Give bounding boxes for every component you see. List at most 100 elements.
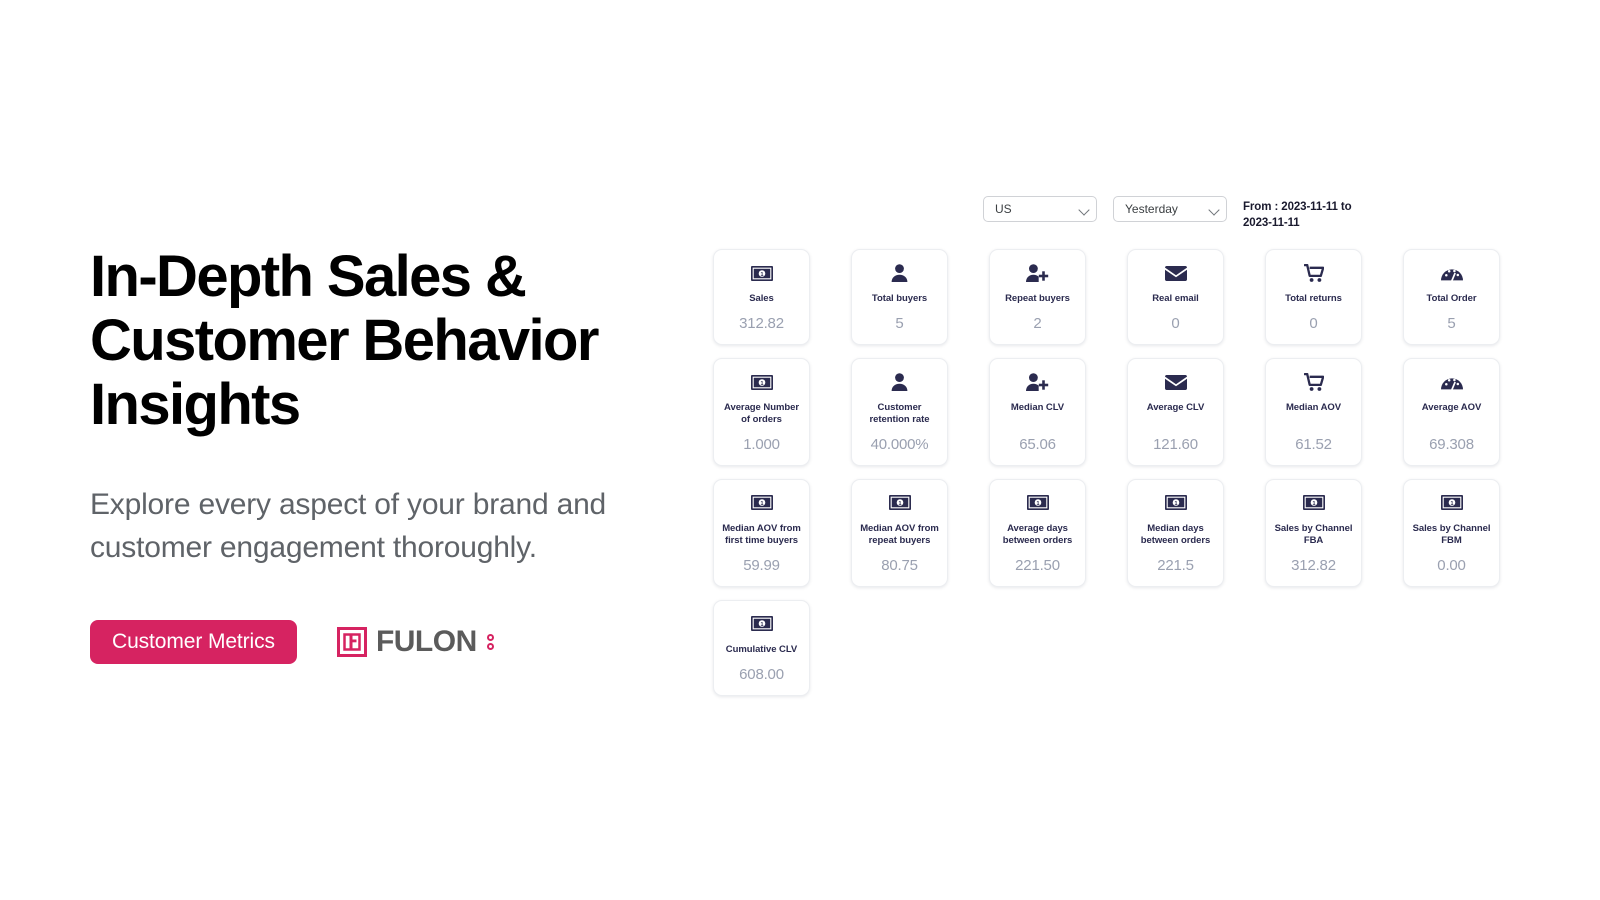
user-icon [891, 373, 908, 391]
page-title: In-Depth Sales & Customer Behavior Insig… [90, 244, 599, 437]
metric-value: 312.82 [1291, 556, 1336, 574]
metric-label: Median AOV from repeat buyers [860, 522, 939, 546]
metric-card[interactable]: 1 Sales by Channel FBM 0.00 [1403, 478, 1500, 587]
metric-card[interactable]: Customer retention rate 40.000% [851, 358, 948, 466]
page-subtitle: Explore every aspect of your brand and c… [90, 488, 607, 564]
svg-text:1: 1 [1174, 502, 1177, 508]
metric-label: Average CLV [1146, 402, 1205, 413]
metric-card[interactable]: Real email 0 [1127, 249, 1224, 345]
metric-value: 221.5 [1157, 556, 1194, 574]
customer-metrics-button[interactable]: Customer Metrics [90, 619, 297, 664]
metric-value: 312.82 [739, 315, 784, 332]
metric-label: Total returns [1285, 293, 1342, 304]
dashboard-page: In-Depth Sales & Customer Behavior Insig… [0, 0, 1600, 900]
metric-card[interactable]: 1 Average days between orders 221.50 [989, 478, 1086, 587]
user-plus-icon [1026, 373, 1049, 391]
fulon-wordmark: FULON [375, 624, 477, 658]
metric-value: 61.52 [1295, 435, 1332, 453]
metric-card[interactable]: Average CLV 121.60 [1127, 358, 1224, 466]
fulon-logo: FULON [336, 624, 494, 658]
banknote-icon: 1 [1164, 494, 1187, 512]
hero-section: In-Depth Sales & Customer Behavior Insig… [90, 245, 710, 664]
metric-label: Median AOV from first time buyers [722, 522, 801, 546]
metric-label: Repeat buyers [1005, 293, 1070, 304]
svg-text:1: 1 [898, 502, 901, 508]
gauge-icon [1440, 373, 1463, 391]
svg-text:1: 1 [1312, 502, 1315, 508]
metric-value: 221.50 [1015, 556, 1060, 574]
banknote-icon: 1 [1440, 494, 1463, 512]
metric-card[interactable]: 1 Average Number of orders 1.000 [713, 358, 810, 466]
metric-label: Total Order [1426, 293, 1477, 304]
metric-label: Average Number of orders [724, 402, 799, 425]
country-select[interactable]: US [983, 196, 1097, 222]
metric-value: 0 [1309, 315, 1318, 332]
chevron-down-icon [1078, 204, 1090, 216]
filter-bar: US Yesterday From : 2023-11-11 to 2023-1… [983, 196, 1355, 232]
banknote-icon: 1 [888, 494, 911, 512]
user-icon [891, 264, 908, 282]
metric-label: Sales [749, 293, 774, 304]
banknote-icon: 1 [1302, 494, 1325, 512]
metric-card[interactable]: Median AOV 61.52 [1265, 358, 1362, 466]
banknote-icon: 1 [1026, 494, 1049, 512]
country-select-value: US [995, 202, 1012, 216]
metric-value: 59.99 [743, 556, 780, 574]
metric-card[interactable]: 1 Sales by Channel FBA 312.82 [1265, 478, 1362, 587]
period-select-value: Yesterday [1125, 202, 1178, 216]
chevron-down-icon [1208, 204, 1220, 216]
svg-text:1: 1 [760, 272, 763, 278]
envelope-icon [1164, 264, 1187, 282]
envelope-icon [1164, 373, 1187, 391]
svg-text:1: 1 [760, 381, 763, 387]
date-range-label: From : 2023-11-11 to 2023-11-11 [1243, 201, 1352, 230]
shopping-cart-icon [1303, 264, 1324, 282]
metric-label: Real email [1152, 293, 1199, 304]
metric-card[interactable]: Total Order 5 [1403, 249, 1500, 345]
metric-value: 0 [1171, 315, 1180, 332]
metric-value: 65.06 [1019, 435, 1056, 453]
metric-label: Sales by Channel FBM [1412, 522, 1491, 546]
metric-card[interactable]: 1 Sales 312.82 [713, 249, 810, 345]
hero-actions: Customer Metrics FULON [90, 619, 710, 664]
metric-label: Median AOV [1285, 402, 1342, 413]
metric-value: 2 [1033, 315, 1042, 332]
metric-label: Total buyers [871, 293, 928, 304]
metric-card-grid: 1 Sales 312.82 Total buyers 5 Repeat buyers 2 R… [713, 249, 1500, 696]
metric-label: Customer retention rate [869, 402, 930, 425]
fulon-dot-suffix-icon [486, 633, 494, 650]
metric-label: Cumulative CLV [725, 643, 798, 655]
metric-card[interactable]: Repeat buyers 2 [989, 249, 1086, 345]
gauge-icon [1440, 264, 1463, 282]
user-plus-icon [1026, 264, 1049, 282]
svg-text:1: 1 [1450, 502, 1453, 508]
metric-label: Median days between orders [1140, 522, 1211, 546]
metric-card[interactable]: 1 Median days between orders 221.5 [1127, 478, 1224, 587]
metric-card[interactable]: Median CLV 65.06 [989, 358, 1086, 466]
metric-card[interactable]: 1 Median AOV from repeat buyers 80.75 [851, 478, 948, 587]
metric-label: Sales by Channel FBA [1274, 522, 1353, 546]
metric-value: 69.308 [1429, 435, 1474, 453]
banknote-icon: 1 [750, 373, 773, 391]
metric-value: 608.00 [739, 665, 784, 683]
metric-card[interactable]: 1 Median AOV from first time buyers 59.99 [713, 478, 810, 587]
metric-value: 1.000 [743, 435, 780, 453]
metric-value: 0.00 [1437, 556, 1466, 574]
metric-card[interactable]: Total buyers 5 [851, 249, 948, 345]
metric-card[interactable]: Total returns 0 [1265, 249, 1362, 345]
period-select[interactable]: Yesterday [1113, 196, 1227, 222]
banknote-icon: 1 [750, 264, 773, 282]
metric-value: 121.60 [1153, 435, 1198, 453]
svg-text:1: 1 [1036, 502, 1039, 508]
fulon-square-mark-icon [336, 626, 367, 657]
metric-value: 40.000% [870, 435, 929, 453]
shopping-cart-icon [1303, 373, 1324, 391]
metric-card[interactable]: Average AOV 69.308 [1403, 358, 1500, 466]
banknote-icon: 1 [750, 494, 773, 512]
metric-card[interactable]: 1 Cumulative CLV 608.00 [713, 599, 810, 696]
metric-value: 5 [895, 315, 904, 332]
banknote-icon: 1 [750, 615, 773, 633]
metric-label: Average AOV [1421, 402, 1482, 413]
metric-value: 80.75 [881, 556, 918, 574]
metric-label: Median CLV [1010, 402, 1065, 413]
